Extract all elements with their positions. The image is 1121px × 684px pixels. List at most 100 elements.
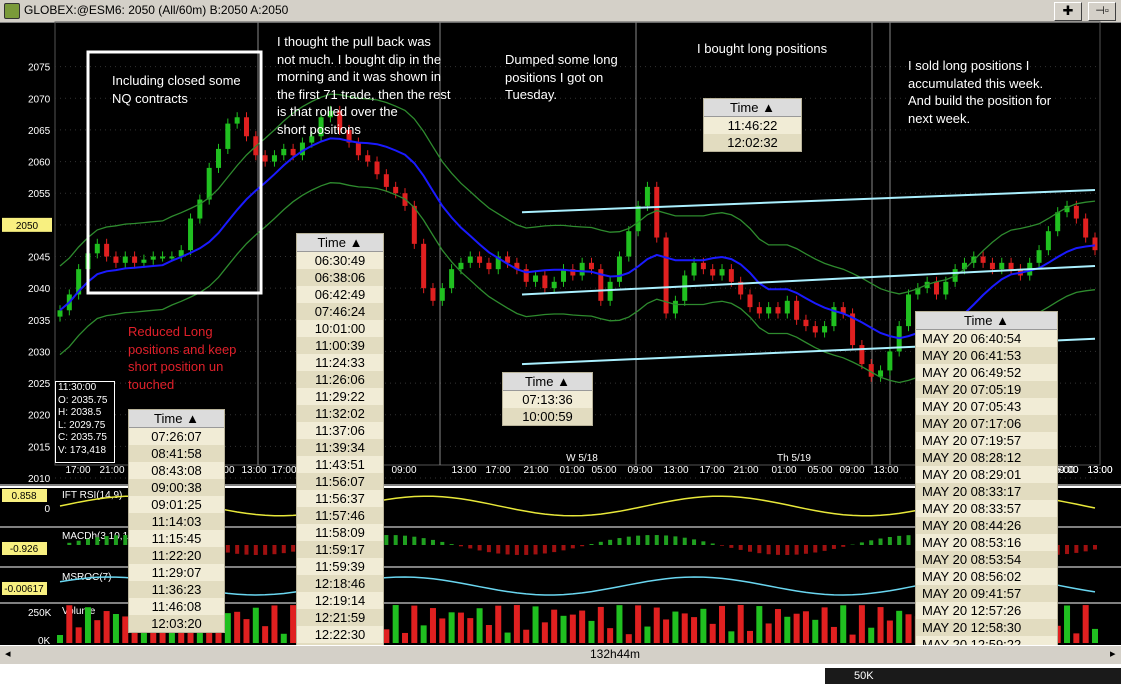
macd-bar bbox=[468, 545, 473, 549]
ift-zero-label: 0 bbox=[44, 504, 50, 515]
candle-body bbox=[104, 243, 110, 257]
trade-table-a-row: 09:00:38 bbox=[129, 479, 224, 496]
trade-table-e-row: MAY 20 08:33:57 bbox=[922, 501, 1022, 516]
x-tick-label: 13:00 bbox=[241, 465, 266, 476]
candle-body bbox=[803, 319, 809, 327]
macd-bar bbox=[263, 545, 268, 555]
candle-body bbox=[561, 269, 567, 282]
volume-bar bbox=[178, 631, 185, 643]
ohlc-close: C: 2035.75 bbox=[58, 432, 107, 444]
scroll-left-arrow-icon[interactable]: ◂ bbox=[5, 647, 11, 660]
trade-table-e-row: MAY 20 07:05:43 bbox=[922, 399, 1022, 414]
volume-bar bbox=[830, 626, 837, 643]
volume-bar bbox=[868, 627, 875, 643]
trade-table-a-row: 09:01:25 bbox=[151, 497, 202, 512]
candle-body bbox=[365, 155, 371, 162]
x-tick-label: 09:00 bbox=[391, 465, 416, 476]
y-tick-label: 2045 bbox=[28, 253, 51, 264]
candle-body bbox=[290, 148, 296, 156]
candle-body bbox=[225, 123, 231, 149]
volume-bar bbox=[793, 613, 800, 643]
candle-body bbox=[355, 142, 361, 156]
volume-bar bbox=[569, 614, 576, 643]
volume-bar bbox=[653, 607, 660, 643]
candle-body bbox=[700, 262, 706, 270]
bottom-strip: 50K bbox=[0, 664, 1121, 684]
trade-table-b-row: 11:56:37 bbox=[315, 491, 365, 506]
volume-bar bbox=[411, 605, 418, 643]
volume-bar bbox=[625, 634, 632, 643]
trade-table-a-row: 11:46:08 bbox=[151, 599, 202, 614]
candle-body bbox=[728, 269, 734, 282]
candle-body bbox=[747, 294, 753, 308]
volume-bar bbox=[774, 609, 781, 643]
candle-body bbox=[989, 262, 995, 270]
scroll-right-arrow-icon[interactable]: ▸ bbox=[1110, 647, 1116, 660]
volume-bar bbox=[709, 623, 716, 643]
macd-bar bbox=[505, 545, 510, 555]
last-price-label: 2050 bbox=[16, 221, 39, 232]
volume-bar bbox=[383, 629, 390, 643]
table-header[interactable]: Time ▲ bbox=[704, 99, 801, 117]
macd-bar bbox=[831, 545, 836, 549]
macd-bar bbox=[458, 545, 463, 547]
trade-table-b-row: 11:24:33 bbox=[315, 355, 365, 370]
trade-table-b-row: 11:00:39 bbox=[297, 337, 383, 354]
volume-tick-label: 250K bbox=[28, 608, 52, 619]
candle-body bbox=[122, 256, 128, 263]
x-tick-label: 21:00 bbox=[523, 465, 548, 476]
ohlc-high: H: 2038.5 bbox=[58, 407, 102, 419]
macd-bar bbox=[235, 545, 240, 554]
volume-bar bbox=[485, 625, 492, 643]
y-tick-label: 2075 bbox=[28, 63, 51, 74]
macd-bar bbox=[803, 545, 808, 554]
table-header[interactable]: Time ▲ bbox=[503, 373, 592, 391]
candle-body bbox=[132, 256, 138, 263]
macd-bar bbox=[645, 535, 650, 545]
volume-bar bbox=[858, 605, 865, 643]
candle-body bbox=[141, 259, 147, 263]
macd-bar bbox=[710, 543, 715, 545]
volume-bar bbox=[663, 619, 670, 643]
macd-bar bbox=[692, 539, 697, 545]
trade-table-c-row: 07:13:36 bbox=[522, 392, 573, 407]
trade-table-d-row: 12:02:32 bbox=[704, 134, 801, 151]
ohlc-low: L: 2029.75 bbox=[58, 419, 106, 431]
candle-body bbox=[430, 288, 436, 301]
table-header[interactable]: Time ▲ bbox=[297, 234, 383, 252]
macd-bar bbox=[1074, 545, 1079, 553]
macd-bar bbox=[664, 535, 669, 545]
volume-bar bbox=[243, 619, 250, 643]
volume-bar bbox=[271, 605, 278, 643]
table-header[interactable]: Time ▲ bbox=[916, 312, 1057, 330]
ohlc-open: O: 2035.75 bbox=[58, 394, 108, 406]
trade-table-a-row: 11:22:20 bbox=[129, 547, 224, 564]
x-tick-label: 05:00 bbox=[807, 465, 832, 476]
candle-body bbox=[672, 300, 678, 314]
trade-table-b-row: 11:57:46 bbox=[297, 507, 383, 524]
macd-bar bbox=[225, 545, 230, 553]
candle-body bbox=[784, 300, 790, 314]
macd-bar bbox=[244, 545, 249, 555]
y-tick-label: 2060 bbox=[28, 158, 51, 169]
trade-table-e-row: MAY 20 08:44:26 bbox=[916, 517, 1057, 534]
macd-bar bbox=[533, 545, 538, 555]
volume-bar bbox=[1064, 605, 1071, 643]
y-tick-label: 2030 bbox=[28, 347, 51, 358]
macd-bar bbox=[403, 535, 407, 545]
candle-body bbox=[188, 218, 194, 251]
candle-body bbox=[467, 256, 473, 263]
volume-bar bbox=[523, 629, 530, 643]
candle-body bbox=[1083, 218, 1089, 238]
table-header[interactable]: Time ▲ bbox=[129, 410, 224, 428]
trade-table-e-row: MAY 20 08:29:01 bbox=[922, 467, 1022, 482]
candle-body bbox=[775, 307, 781, 314]
macd-bar bbox=[253, 545, 258, 555]
volume-bar bbox=[234, 611, 241, 643]
macd-bar bbox=[486, 545, 491, 553]
macd-bar bbox=[113, 535, 118, 545]
candle-body bbox=[635, 205, 641, 232]
macd-bar bbox=[430, 539, 435, 545]
note-pullback: I thought the pull back was not much. I … bbox=[277, 34, 451, 137]
volume-bar bbox=[886, 620, 893, 643]
